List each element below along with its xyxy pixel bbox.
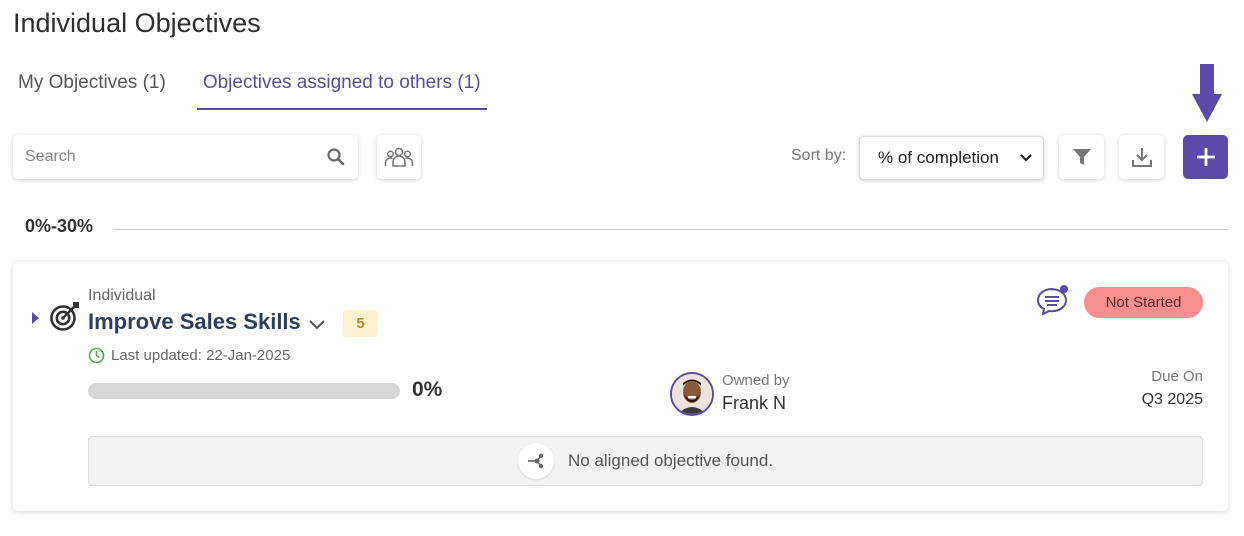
sort-select[interactable]: % of completion	[859, 136, 1044, 180]
last-updated-text: Last updated: 22-Jan-2025	[111, 347, 291, 364]
objective-title[interactable]: Improve Sales Skills	[88, 309, 301, 335]
tab-assigned-to-others[interactable]: Objectives assigned to others (1)	[196, 66, 487, 110]
tabs: My Objectives (1) Objectives assigned to…	[13, 66, 487, 110]
team-icon	[384, 147, 414, 167]
last-updated: Last updated: 22-Jan-2025	[88, 347, 290, 364]
group-divider	[113, 229, 1228, 230]
page-title: Individual Objectives	[13, 8, 261, 38]
aligned-objectives-box: No aligned objective found.	[88, 436, 1203, 486]
due-label: Due On	[1151, 368, 1203, 385]
owner-name: Frank N	[722, 393, 787, 413]
status-badge: Not Started	[1084, 287, 1203, 318]
download-button[interactable]	[1119, 135, 1164, 179]
search-icon[interactable]	[326, 147, 346, 167]
progress-bar	[88, 383, 400, 399]
clock-icon	[88, 347, 105, 364]
owned-by-label: Owned by	[722, 372, 790, 389]
comment-icon[interactable]	[1035, 284, 1069, 318]
sort-label: Sort by:	[791, 147, 847, 164]
no-aligned-text: No aligned objective found.	[567, 451, 774, 470]
avatar[interactable]	[670, 372, 714, 416]
search-input[interactable]	[25, 148, 326, 166]
filter-icon	[1072, 149, 1091, 165]
team-filter-button[interactable]	[377, 135, 421, 179]
target-icon	[50, 302, 79, 331]
avatar-image	[672, 374, 712, 414]
plus-icon	[1196, 148, 1215, 166]
objective-card: Individual Improve Sales Skills 5 Last u…	[13, 262, 1228, 511]
tab-my-objectives[interactable]: My Objectives (1)	[13, 66, 171, 110]
alignment-icon	[517, 443, 554, 479]
key-results-count-badge: 5	[343, 310, 378, 337]
chevron-down-icon[interactable]	[307, 314, 327, 334]
expand-caret-icon[interactable]	[32, 312, 39, 324]
arrow-down-icon	[1192, 64, 1222, 122]
group-label: 0%-30%	[25, 216, 94, 236]
download-icon	[1131, 148, 1152, 167]
filter-button[interactable]	[1059, 135, 1104, 179]
add-objective-button[interactable]	[1183, 135, 1228, 179]
search-box	[13, 135, 358, 179]
due-value: Q3 2025	[1141, 391, 1203, 408]
chevron-down-icon	[1020, 154, 1032, 162]
sort-select-value: % of completion	[878, 148, 999, 167]
progress-percent: 0%	[412, 378, 443, 401]
objective-type: Individual	[88, 287, 156, 304]
